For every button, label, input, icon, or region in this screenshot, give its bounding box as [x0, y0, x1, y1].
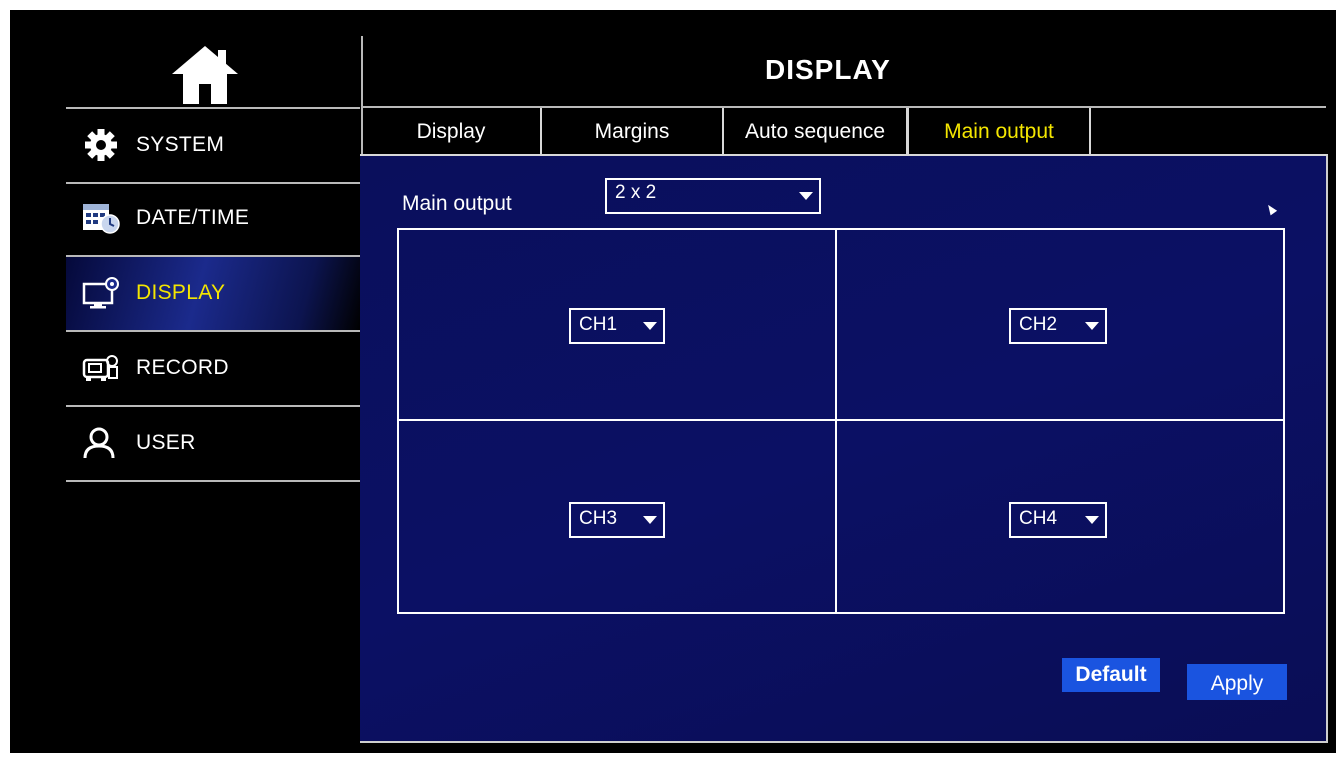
tab-main-output[interactable]: Main output: [907, 108, 1091, 154]
chevron-down-icon: [643, 516, 657, 524]
sidebar-item-label: DATE/TIME: [136, 206, 250, 229]
main-output-layout-select[interactable]: 2 x 2: [605, 178, 821, 214]
tab-label: Main output: [944, 120, 1054, 143]
tab-auto-sequence[interactable]: Auto sequence: [724, 108, 908, 154]
camera-icon: [82, 355, 118, 381]
main-output-label: Main output: [402, 192, 512, 215]
sidebar-item-record[interactable]: RECORD: [66, 332, 360, 407]
channel-select-value: CH3: [579, 508, 618, 529]
dvr-screen: SYSTEM DATE/TIME DISPLAY RECORD USER DIS…: [10, 10, 1336, 753]
mouse-cursor-icon: [1264, 202, 1278, 216]
chevron-down-icon: [1085, 516, 1099, 524]
tab-label: Auto sequence: [744, 120, 886, 143]
channel-select-4[interactable]: CH4: [1009, 502, 1107, 538]
gear-icon: [85, 129, 117, 161]
chevron-down-icon: [1085, 322, 1099, 330]
channel-select-value: CH4: [1019, 508, 1058, 529]
default-button[interactable]: Default: [1062, 658, 1160, 692]
channel-select-value: CH2: [1019, 314, 1058, 335]
chevron-down-icon: [799, 192, 813, 200]
channel-grid: CH1 CH2 CH3 CH4: [397, 228, 1285, 614]
home-icon[interactable]: [172, 46, 238, 106]
sidebar-item-user[interactable]: USER: [66, 407, 360, 482]
tab-label: Display: [416, 120, 486, 143]
apply-button[interactable]: Apply: [1187, 664, 1287, 700]
monitor-icon: [82, 277, 119, 309]
tab-margins[interactable]: Margins: [542, 108, 724, 154]
sidebar-item-display[interactable]: DISPLAY: [66, 257, 360, 332]
main-output-layout-value: 2 x 2: [615, 182, 657, 203]
sidebar-item-datetime[interactable]: DATE/TIME: [66, 182, 360, 257]
sidebar-item-system[interactable]: SYSTEM: [66, 107, 360, 184]
tab-display[interactable]: Display: [362, 108, 542, 154]
sidebar-item-label: SYSTEM: [136, 133, 225, 156]
user-icon: [83, 427, 115, 459]
sidebar-item-label: DISPLAY: [136, 281, 226, 304]
tab-label: Margins: [594, 120, 670, 143]
channel-select-value: CH1: [579, 314, 618, 335]
page-title: DISPLAY: [765, 54, 891, 85]
sidebar-item-label: USER: [136, 431, 196, 454]
channel-select-1[interactable]: CH1: [569, 308, 665, 344]
channel-select-3[interactable]: CH3: [569, 502, 665, 538]
sidebar-item-label: RECORD: [136, 356, 229, 379]
main-output-panel: Main output 2 x 2 CH1 CH2 CH3 CH4 Defaul…: [360, 154, 1328, 743]
channel-select-2[interactable]: CH2: [1009, 308, 1107, 344]
chevron-down-icon: [643, 322, 657, 330]
calendar-clock-icon: [83, 204, 120, 234]
